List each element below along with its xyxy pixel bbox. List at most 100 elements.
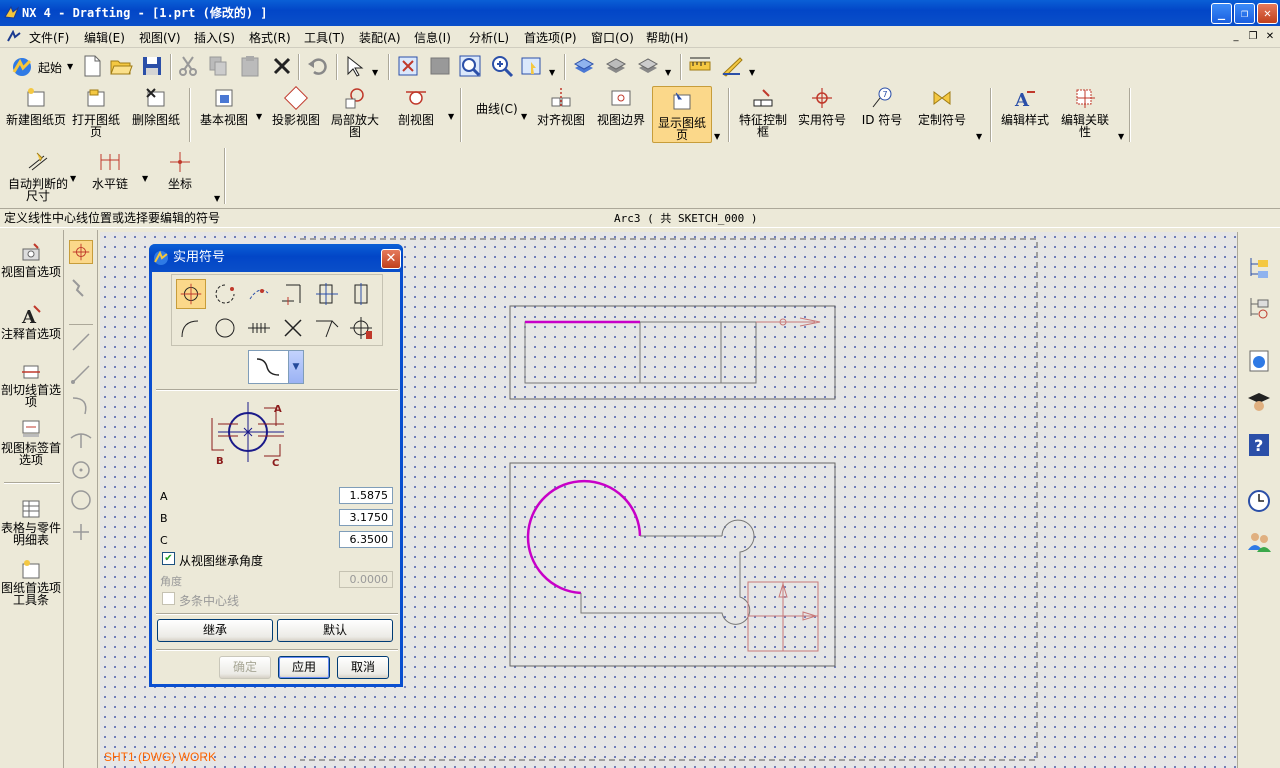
apply-button[interactable]: 应用 <box>278 656 330 679</box>
c-value-field[interactable]: 6.3500 <box>339 531 393 548</box>
menu-window[interactable]: 窗口(O) <box>591 29 634 46</box>
minimize-button[interactable]: _ <box>1211 3 1232 24</box>
display-sheet-button[interactable]: 显示图纸页 <box>652 86 712 143</box>
menu-help[interactable]: 帮助(H) <box>646 29 688 46</box>
offset-center-point-icon[interactable] <box>278 279 308 309</box>
layer-visible-icon[interactable] <box>604 54 628 78</box>
symmetric-centerline-icon[interactable] <box>244 313 274 343</box>
front-view-boundary[interactable] <box>509 462 836 667</box>
circle-icon[interactable] <box>69 488 93 512</box>
curve-menu[interactable]: 曲线(C) <box>476 100 518 117</box>
part-navigator-icon[interactable] <box>1246 294 1272 320</box>
arc-icon[interactable] <box>69 394 93 418</box>
line-icon[interactable] <box>69 330 93 354</box>
intersection-symbol-icon[interactable] <box>346 279 376 309</box>
menu-insert[interactable]: 插入(S) <box>194 29 235 46</box>
mdi-minimize-button[interactable]: _ <box>1230 31 1242 43</box>
start-button[interactable]: 起始 <box>38 59 62 76</box>
new-sheet-button[interactable]: 新建图纸页 <box>6 86 66 126</box>
window-title-bar[interactable]: NX 4 - Drafting - [1.prt (修改的) ] _ ❐ ✕ <box>0 0 1280 26</box>
section-view-button[interactable]: 剖视图 <box>388 86 444 126</box>
top-view-boundary[interactable] <box>509 305 836 400</box>
ordinate-button[interactable]: 坐标 <box>160 150 200 190</box>
history-icon[interactable] <box>1246 488 1272 514</box>
dialog-close-button[interactable]: ✕ <box>381 249 401 269</box>
centerline-style-dropdown[interactable]: ▼ <box>248 350 304 384</box>
save-icon[interactable] <box>140 54 164 78</box>
partial-bolt-circle-icon[interactable] <box>244 279 274 309</box>
custom-symbol-button[interactable]: 定制符号 <box>912 86 972 126</box>
center-mark-icon[interactable] <box>278 313 308 343</box>
fit-icon[interactable] <box>396 54 420 78</box>
paste-icon[interactable] <box>238 54 262 78</box>
menu-edit[interactable]: 编辑(E) <box>84 29 125 46</box>
measure-angle-icon[interactable] <box>720 54 744 78</box>
menu-tools[interactable]: 工具(T) <box>304 29 345 46</box>
id-symbol-button[interactable]: 7 ID 符号 <box>854 86 910 126</box>
3d-centerline-icon[interactable] <box>346 313 376 343</box>
dialog-title-bar[interactable]: 实用符号 ✕ <box>149 244 403 272</box>
multi-centerline-checkbox[interactable] <box>162 592 175 605</box>
web-browser-icon[interactable] <box>1246 348 1272 374</box>
cylindrical-centerline-icon[interactable] <box>176 313 206 343</box>
table-parts-list-button[interactable]: 表格与零件明细表 <box>0 498 62 546</box>
align-view-button[interactable]: 对齐视图 <box>532 86 590 126</box>
assembly-navigator-icon[interactable] <box>1246 254 1272 280</box>
view-label-preferences-button[interactable]: 视图标签首选项 <box>0 418 62 466</box>
utility-symbol-button[interactable]: 实用符号 <box>794 86 850 126</box>
menu-view[interactable]: 视图(V) <box>139 29 181 46</box>
copy-icon[interactable] <box>206 54 230 78</box>
horizontal-chain-button[interactable]: 水平链 <box>84 150 136 190</box>
start-icon[interactable] <box>10 56 34 78</box>
layer-settings-icon[interactable] <box>572 54 596 78</box>
system-materials-icon[interactable] <box>1246 528 1272 554</box>
projected-view-button[interactable]: 投影视图 <box>268 86 324 126</box>
b-value-field[interactable]: 3.1750 <box>339 509 393 526</box>
circular-centerline-icon[interactable] <box>210 313 240 343</box>
cancel-button[interactable]: 取消 <box>337 656 389 679</box>
base-view-button[interactable]: 基本视图 <box>194 86 254 126</box>
move-to-layer-icon[interactable] <box>636 54 660 78</box>
view-boundary-button[interactable]: 视图边界 <box>592 86 650 126</box>
linear-centerline-icon[interactable] <box>176 279 206 309</box>
inherit-button[interactable]: 继承 <box>157 619 273 642</box>
default-button[interactable]: 默认 <box>277 619 393 642</box>
delete-icon[interactable] <box>270 54 294 78</box>
open-sheet-button[interactable]: 打开图纸页 <box>68 86 124 138</box>
cut-icon[interactable] <box>176 54 200 78</box>
fillet-icon[interactable] <box>69 426 93 450</box>
select-filter-icon[interactable] <box>344 54 368 78</box>
zoom-in-icon[interactable] <box>490 54 514 78</box>
inferred-dimension-button[interactable]: 自动判断的尺寸 <box>6 150 70 202</box>
zoom-window-icon[interactable] <box>428 54 452 78</box>
full-bolt-circle-icon[interactable] <box>210 279 240 309</box>
new-file-icon[interactable] <box>80 54 104 78</box>
view-preferences-button[interactable]: 视图首选项 <box>0 242 62 278</box>
inherit-angle-checkbox[interactable]: ✔ <box>162 552 175 565</box>
restore-button[interactable]: ❐ <box>1234 3 1255 24</box>
target-point-icon[interactable] <box>312 279 342 309</box>
circle-center-icon[interactable] <box>69 458 93 482</box>
drawing-preferences-toolbar-button[interactable]: 图纸首选项工具条 <box>0 558 62 606</box>
feature-control-frame-button[interactable]: 特征控制框 <box>734 86 792 138</box>
sketch-tool-icon[interactable] <box>69 276 93 300</box>
menu-info[interactable]: 信息(I) <box>414 29 451 46</box>
annotation-preferences-button[interactable]: A 注释首选项 <box>0 304 62 340</box>
undo-icon[interactable] <box>306 54 330 78</box>
edit-associativity-button[interactable]: 编辑关联性 <box>1056 86 1114 138</box>
pan-icon[interactable] <box>520 54 544 78</box>
detail-view-button[interactable]: 局部放大图 <box>326 86 384 138</box>
point-icon[interactable] <box>69 520 93 544</box>
doc-icon[interactable] <box>6 30 22 44</box>
help-icon[interactable]: ? <box>1246 432 1272 458</box>
delete-sheet-button[interactable]: 删除图纸 <box>128 86 184 126</box>
section-line-preferences-button[interactable]: 剖切线首选项 <box>0 360 62 408</box>
menu-file[interactable]: 文件(F) <box>29 29 69 46</box>
menu-analysis[interactable]: 分析(L) <box>469 29 509 46</box>
chevron-down-icon[interactable]: ▼ <box>288 351 303 383</box>
zoom-icon[interactable] <box>458 54 482 78</box>
edit-style-button[interactable]: A 编辑样式 <box>996 86 1054 126</box>
snap-point-icon[interactable] <box>69 240 93 264</box>
mdi-close-button[interactable]: ✕ <box>1264 31 1276 43</box>
menu-assembly[interactable]: 装配(A) <box>359 29 401 46</box>
